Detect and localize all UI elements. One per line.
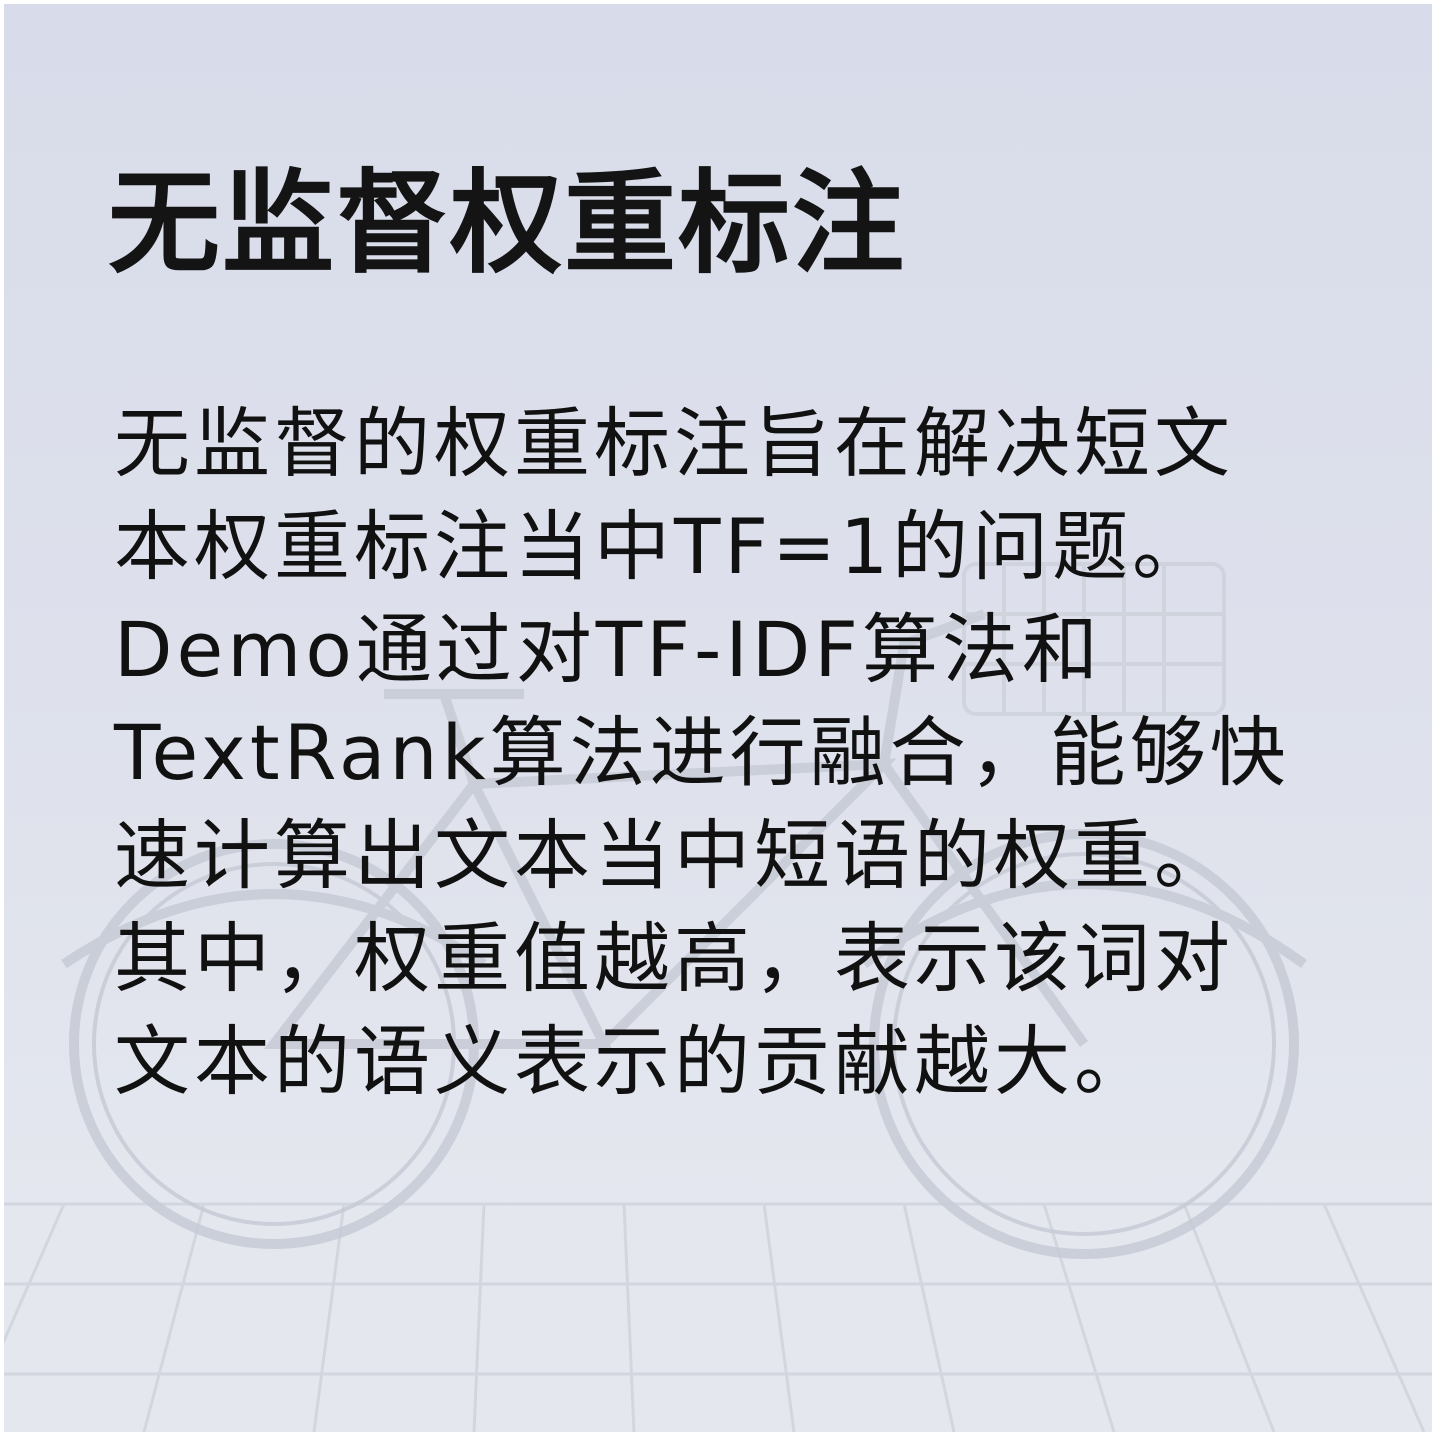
description-line: 速计算出文本当中短语的权重。 — [114, 811, 1234, 900]
description-line: 文本的语义表示的贡献越大。 — [114, 1017, 1154, 1106]
description-paragraph: 无监督的权重标注旨在解决短文 本权重标注当中TF=1的问题。 Demo通过对TF… — [114, 392, 1344, 1113]
slide-title: 无监督权重标注 — [108, 159, 906, 289]
description-line: 无监督的权重标注旨在解决短文 — [114, 399, 1234, 488]
description-line: TextRank算法进行融合，能够快 — [114, 708, 1290, 797]
description-line: Demo通过对TF-IDF算法和 — [114, 605, 1103, 694]
description-line: 其中，权重值越高，表示该词对 — [114, 914, 1234, 1003]
slide-canvas: 无监督权重标注 无监督的权重标注旨在解决短文 本权重标注当中TF=1的问题。 D… — [4, 4, 1432, 1432]
description-line: 本权重标注当中TF=1的问题。 — [114, 502, 1213, 591]
